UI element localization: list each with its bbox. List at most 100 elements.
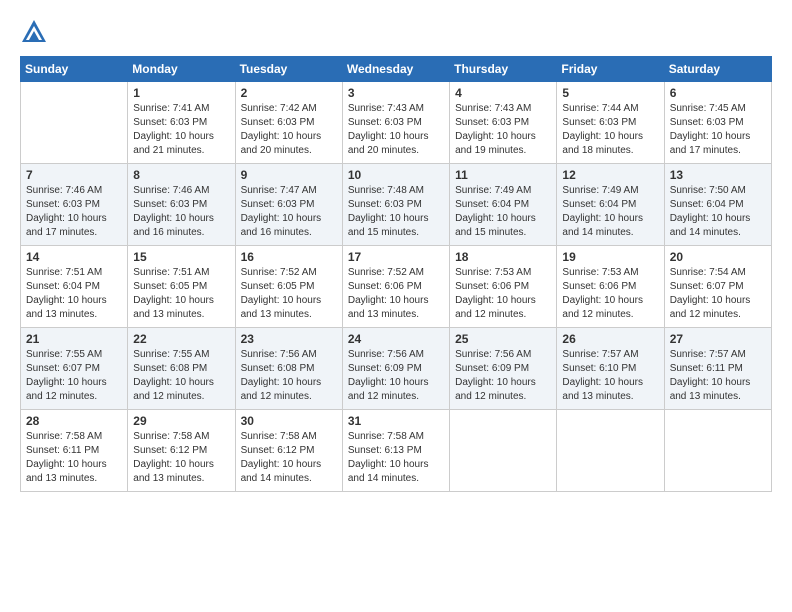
calendar-cell <box>664 410 771 492</box>
day-number: 21 <box>26 332 122 346</box>
day-info: Sunrise: 7:41 AM Sunset: 6:03 PM Dayligh… <box>133 102 229 158</box>
calendar-cell: 8Sunrise: 7:46 AM Sunset: 6:03 PM Daylig… <box>128 164 235 246</box>
day-info: Sunrise: 7:42 AM Sunset: 6:03 PM Dayligh… <box>241 102 337 158</box>
calendar-cell: 31Sunrise: 7:58 AM Sunset: 6:13 PM Dayli… <box>342 410 449 492</box>
header-cell-monday: Monday <box>128 57 235 82</box>
day-number: 10 <box>348 168 444 182</box>
day-number: 2 <box>241 86 337 100</box>
day-info: Sunrise: 7:55 AM Sunset: 6:08 PM Dayligh… <box>133 348 229 404</box>
day-number: 23 <box>241 332 337 346</box>
day-info: Sunrise: 7:47 AM Sunset: 6:03 PM Dayligh… <box>241 184 337 240</box>
day-info: Sunrise: 7:53 AM Sunset: 6:06 PM Dayligh… <box>455 266 551 322</box>
day-number: 15 <box>133 250 229 264</box>
calendar-cell: 27 Sunrise: 7:57 AM Sunset: 6:11 PM Dayli… <box>664 328 771 410</box>
day-info: Sunrise: 7:58 AM Sunset: 6:13 PM Dayligh… <box>348 430 444 486</box>
calendar-cell: 4Sunrise: 7:43 AM Sunset: 6:03 PM Daylig… <box>450 82 557 164</box>
calendar-cell: 1Sunrise: 7:41 AM Sunset: 6:03 PM Daylig… <box>128 82 235 164</box>
header-cell-sunday: Sunday <box>21 57 128 82</box>
calendar-cell <box>450 410 557 492</box>
header-cell-saturday: Saturday <box>664 57 771 82</box>
day-info: Sunrise: 7:48 AM Sunset: 6:03 PM Dayligh… <box>348 184 444 240</box>
week-row-2: 14Sunrise: 7:51 AM Sunset: 6:04 PM Dayli… <box>21 246 772 328</box>
day-number: 27 <box>670 332 766 346</box>
day-number: 4 <box>455 86 551 100</box>
day-info: Sunrise: 7:45 AM Sunset: 6:03 PM Dayligh… <box>670 102 766 158</box>
calendar-cell: 30Sunrise: 7:58 AM Sunset: 6:12 PM Dayli… <box>235 410 342 492</box>
day-info: Sunrise: 7:57 AM Sunset: 6:10 PM Dayligh… <box>562 348 658 404</box>
day-info: Sunrise: 7:49 AM Sunset: 6:04 PM Dayligh… <box>455 184 551 240</box>
day-info: Sunrise: 7:51 AM Sunset: 6:04 PM Dayligh… <box>26 266 122 322</box>
day-number: 12 <box>562 168 658 182</box>
day-info: Sunrise: 7:58 AM Sunset: 6:11 PM Dayligh… <box>26 430 122 486</box>
calendar-cell: 22 Sunrise: 7:55 AM Sunset: 6:08 PM Dayli… <box>128 328 235 410</box>
day-info: Sunrise: 7:50 AM Sunset: 6:04 PM Dayligh… <box>670 184 766 240</box>
day-number: 7 <box>26 168 122 182</box>
header-cell-thursday: Thursday <box>450 57 557 82</box>
calendar-cell: 6 Sunrise: 7:45 AM Sunset: 6:03 PM Daylig… <box>664 82 771 164</box>
day-number: 28 <box>26 414 122 428</box>
day-info: Sunrise: 7:44 AM Sunset: 6:03 PM Dayligh… <box>562 102 658 158</box>
day-number: 20 <box>670 250 766 264</box>
calendar-cell: 17Sunrise: 7:52 AM Sunset: 6:06 PM Dayli… <box>342 246 449 328</box>
week-row-0: 1Sunrise: 7:41 AM Sunset: 6:03 PM Daylig… <box>21 82 772 164</box>
day-info: Sunrise: 7:58 AM Sunset: 6:12 PM Dayligh… <box>133 430 229 486</box>
calendar-cell <box>21 82 128 164</box>
day-number: 19 <box>562 250 658 264</box>
calendar-cell: 15 Sunrise: 7:51 AM Sunset: 6:05 PM Dayli… <box>128 246 235 328</box>
calendar-cell: 7 Sunrise: 7:46 AM Sunset: 6:03 PM Daylig… <box>21 164 128 246</box>
day-number: 22 <box>133 332 229 346</box>
calendar-cell: 11Sunrise: 7:49 AM Sunset: 6:04 PM Dayli… <box>450 164 557 246</box>
day-number: 24 <box>348 332 444 346</box>
calendar-cell: 14Sunrise: 7:51 AM Sunset: 6:04 PM Dayli… <box>21 246 128 328</box>
day-info: Sunrise: 7:56 AM Sunset: 6:08 PM Dayligh… <box>241 348 337 404</box>
day-number: 18 <box>455 250 551 264</box>
calendar-cell: 23 Sunrise: 7:56 AM Sunset: 6:08 PM Dayli… <box>235 328 342 410</box>
page: SundayMondayTuesdayWednesdayThursdayFrid… <box>0 0 792 612</box>
logo-icon <box>20 18 48 46</box>
calendar-cell: 26 Sunrise: 7:57 AM Sunset: 6:10 PM Dayli… <box>557 328 664 410</box>
calendar-cell: 13Sunrise: 7:50 AM Sunset: 6:04 PM Dayli… <box>664 164 771 246</box>
header <box>20 18 772 46</box>
day-info: Sunrise: 7:46 AM Sunset: 6:03 PM Dayligh… <box>133 184 229 240</box>
day-info: Sunrise: 7:54 AM Sunset: 6:07 PM Dayligh… <box>670 266 766 322</box>
day-info: Sunrise: 7:51 AM Sunset: 6:05 PM Dayligh… <box>133 266 229 322</box>
calendar-cell: 2 Sunrise: 7:42 AM Sunset: 6:03 PM Daylig… <box>235 82 342 164</box>
week-row-4: 28 Sunrise: 7:58 AM Sunset: 6:11 PM Dayli… <box>21 410 772 492</box>
day-info: Sunrise: 7:56 AM Sunset: 6:09 PM Dayligh… <box>348 348 444 404</box>
header-cell-friday: Friday <box>557 57 664 82</box>
day-number: 6 <box>670 86 766 100</box>
day-number: 26 <box>562 332 658 346</box>
day-info: Sunrise: 7:52 AM Sunset: 6:05 PM Dayligh… <box>241 266 337 322</box>
day-info: Sunrise: 7:56 AM Sunset: 6:09 PM Dayligh… <box>455 348 551 404</box>
calendar-cell: 21 Sunrise: 7:55 AM Sunset: 6:07 PM Dayli… <box>21 328 128 410</box>
calendar-cell: 18 Sunrise: 7:53 AM Sunset: 6:06 PM Dayli… <box>450 246 557 328</box>
calendar-cell: 5 Sunrise: 7:44 AM Sunset: 6:03 PM Daylig… <box>557 82 664 164</box>
day-number: 30 <box>241 414 337 428</box>
day-info: Sunrise: 7:53 AM Sunset: 6:06 PM Dayligh… <box>562 266 658 322</box>
day-number: 25 <box>455 332 551 346</box>
calendar-cell: 20 Sunrise: 7:54 AM Sunset: 6:07 PM Dayli… <box>664 246 771 328</box>
day-info: Sunrise: 7:57 AM Sunset: 6:11 PM Dayligh… <box>670 348 766 404</box>
day-info: Sunrise: 7:46 AM Sunset: 6:03 PM Dayligh… <box>26 184 122 240</box>
calendar-header-row: SundayMondayTuesdayWednesdayThursdayFrid… <box>21 57 772 82</box>
day-number: 29 <box>133 414 229 428</box>
calendar-body: 1Sunrise: 7:41 AM Sunset: 6:03 PM Daylig… <box>21 82 772 492</box>
day-number: 5 <box>562 86 658 100</box>
calendar-cell: 28 Sunrise: 7:58 AM Sunset: 6:11 PM Dayli… <box>21 410 128 492</box>
calendar-cell: 12 Sunrise: 7:49 AM Sunset: 6:04 PM Dayli… <box>557 164 664 246</box>
day-info: Sunrise: 7:55 AM Sunset: 6:07 PM Dayligh… <box>26 348 122 404</box>
day-number: 17 <box>348 250 444 264</box>
calendar-table: SundayMondayTuesdayWednesdayThursdayFrid… <box>20 56 772 492</box>
calendar-cell: 25 Sunrise: 7:56 AM Sunset: 6:09 PM Dayli… <box>450 328 557 410</box>
day-info: Sunrise: 7:43 AM Sunset: 6:03 PM Dayligh… <box>348 102 444 158</box>
day-number: 16 <box>241 250 337 264</box>
calendar-cell: 16 Sunrise: 7:52 AM Sunset: 6:05 PM Dayli… <box>235 246 342 328</box>
calendar-cell <box>557 410 664 492</box>
calendar-cell: 3 Sunrise: 7:43 AM Sunset: 6:03 PM Daylig… <box>342 82 449 164</box>
calendar-cell: 29 Sunrise: 7:58 AM Sunset: 6:12 PM Dayli… <box>128 410 235 492</box>
header-cell-wednesday: Wednesday <box>342 57 449 82</box>
day-number: 3 <box>348 86 444 100</box>
calendar-cell: 10 Sunrise: 7:48 AM Sunset: 6:03 PM Dayli… <box>342 164 449 246</box>
calendar-cell: 19 Sunrise: 7:53 AM Sunset: 6:06 PM Dayli… <box>557 246 664 328</box>
day-info: Sunrise: 7:49 AM Sunset: 6:04 PM Dayligh… <box>562 184 658 240</box>
